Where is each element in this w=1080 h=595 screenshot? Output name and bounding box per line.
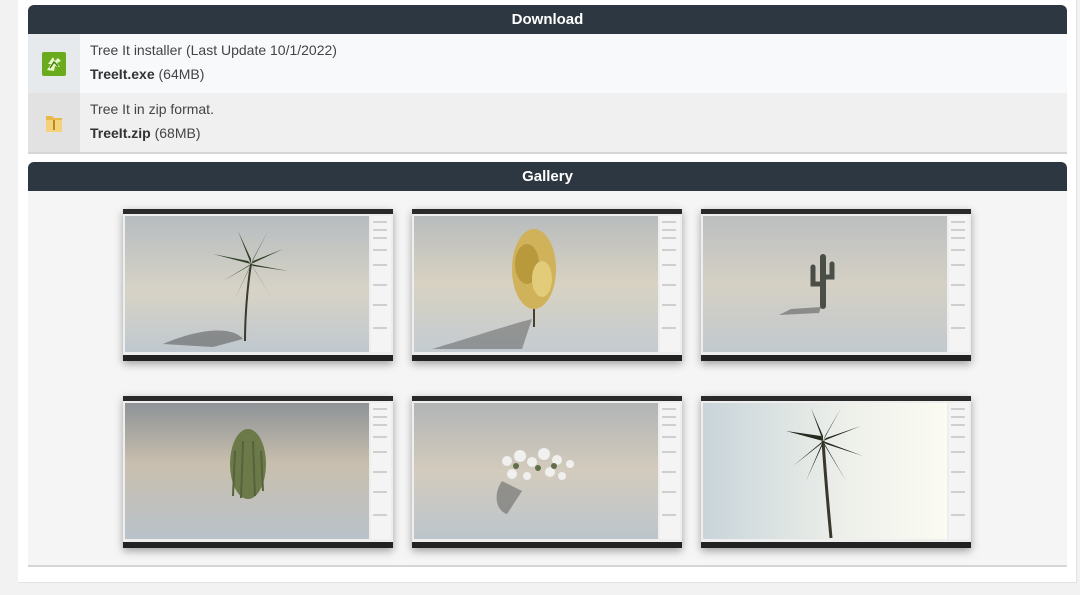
download-header: Download (28, 5, 1067, 34)
installer-icon (28, 34, 80, 93)
zip-link[interactable]: TreeIt.zip (90, 125, 151, 141)
zip-description: Tree It in zip format. (90, 101, 214, 117)
gallery-grid (28, 191, 1067, 567)
installer-size: (64MB) (158, 66, 205, 82)
folder-zip-icon (28, 93, 80, 152)
gallery-header: Gallery (28, 162, 1067, 191)
gallery-thumbnail-cactus[interactable] (701, 209, 971, 361)
gallery-thumbnail-flowers[interactable] (412, 396, 682, 548)
installer-link[interactable]: TreeIt.exe (90, 66, 155, 82)
gallery-thumbnail-willow[interactable] (123, 396, 393, 548)
download-row-installer[interactable]: Tree It installer (Last Update 10/1/2022… (28, 34, 1067, 93)
gallery-thumbnail-autumn-tree[interactable] (412, 209, 682, 361)
installer-description: Tree It installer (Last Update 10/1/2022… (90, 42, 337, 58)
content-column: Download Tree It installer (Last Update … (28, 5, 1067, 567)
download-row-zip[interactable]: Tree It in zip format. TreeIt.zip (68MB) (28, 93, 1067, 152)
zip-size: (68MB) (154, 125, 201, 141)
gallery-thumbnail-palm[interactable] (123, 209, 393, 361)
page-card: Download Tree It installer (Last Update … (18, 0, 1077, 583)
gallery-thumbnail-palm-bright[interactable] (701, 396, 971, 548)
